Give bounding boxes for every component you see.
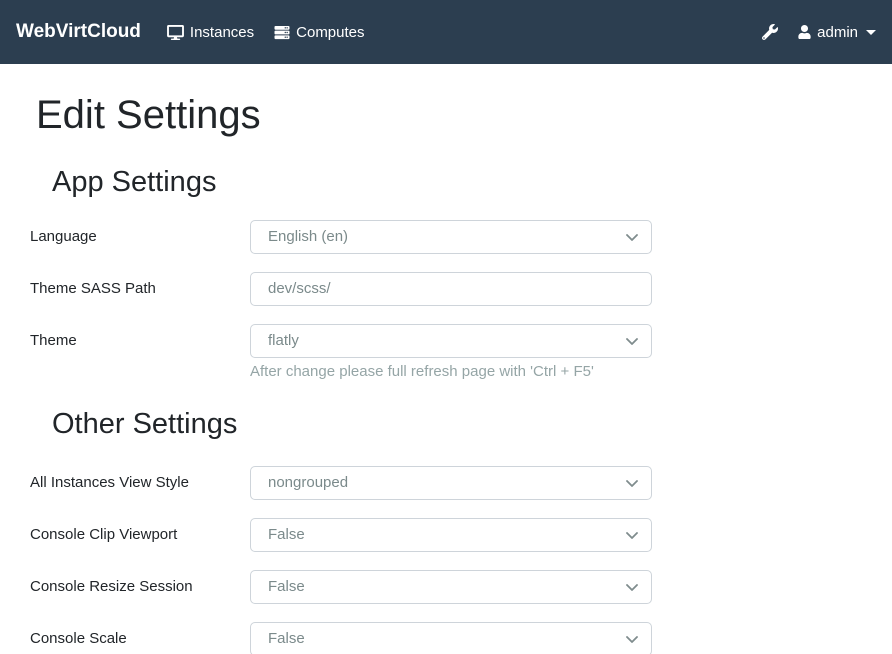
selected-value: False xyxy=(268,578,305,595)
form-row: Theme SASS Path xyxy=(30,272,862,306)
user-menu[interactable]: admin xyxy=(798,24,876,41)
theme-help-text: After change please full refresh page wi… xyxy=(250,363,652,381)
theme-label: Theme xyxy=(30,324,250,358)
console-resize-session-label: Console Resize Session xyxy=(30,570,250,604)
console-scale-label: Console Scale xyxy=(30,622,250,654)
page: WebVirtCloud Instances Computes xyxy=(0,0,892,654)
form-row: Console Scale False xyxy=(30,622,862,654)
section-heading-other-settings: Other Settings xyxy=(52,407,862,442)
selected-value: English (en) xyxy=(268,228,348,245)
form-row: Console Clip Viewport False xyxy=(30,518,862,552)
section-heading-app-settings: App Settings xyxy=(52,165,862,200)
language-label: Language xyxy=(30,220,250,254)
user-icon xyxy=(798,25,811,39)
navbar-right: admin xyxy=(762,24,876,41)
chevron-down-icon xyxy=(626,228,638,245)
brand-webvirtcloud[interactable]: WebVirtCloud xyxy=(16,21,141,43)
chevron-down-icon xyxy=(626,578,638,595)
chevron-down-icon xyxy=(626,526,638,543)
selected-value: False xyxy=(268,630,305,647)
form-row: All Instances View Style nongrouped xyxy=(30,466,862,500)
console-resize-session-select[interactable]: False xyxy=(250,570,652,604)
form-row: Language English (en) xyxy=(30,220,862,254)
user-name: admin xyxy=(817,24,858,41)
selected-value: flatly xyxy=(268,332,299,349)
chevron-down-icon xyxy=(626,332,638,349)
navbar: WebVirtCloud Instances Computes xyxy=(0,0,892,64)
form-row: Theme flatly After change please full re… xyxy=(30,324,862,381)
app-settings-rows: Language English (en) Theme SASS Path xyxy=(30,220,862,381)
theme-sass-path-label: Theme SASS Path xyxy=(30,272,250,306)
all-instances-view-style-label: All Instances View Style xyxy=(30,466,250,500)
main-content: Edit Settings App Settings Language Engl… xyxy=(0,91,892,654)
console-clip-viewport-select[interactable]: False xyxy=(250,518,652,552)
desktop-icon xyxy=(167,25,184,40)
selected-value: nongrouped xyxy=(268,474,348,491)
theme-select[interactable]: flatly xyxy=(250,324,652,358)
nav-item-computes[interactable]: Computes xyxy=(274,24,364,41)
page-title: Edit Settings xyxy=(36,91,862,139)
console-clip-viewport-label: Console Clip Viewport xyxy=(30,518,250,552)
nav-item-label: Instances xyxy=(190,24,254,41)
wrench-icon[interactable] xyxy=(762,24,778,40)
form-row: Console Resize Session False xyxy=(30,570,862,604)
language-select[interactable]: English (en) xyxy=(250,220,652,254)
all-instances-view-style-select[interactable]: nongrouped xyxy=(250,466,652,500)
nav-item-label: Computes xyxy=(296,24,364,41)
nav-item-instances[interactable]: Instances xyxy=(167,24,254,41)
main-nav: Instances Computes xyxy=(167,24,365,41)
caret-down-icon xyxy=(866,30,876,35)
selected-value: False xyxy=(268,526,305,543)
theme-sass-path-input[interactable] xyxy=(250,272,652,306)
console-scale-select[interactable]: False xyxy=(250,622,652,654)
chevron-down-icon xyxy=(626,630,638,647)
server-icon xyxy=(274,25,290,40)
chevron-down-icon xyxy=(626,474,638,491)
other-settings-rows: All Instances View Style nongrouped Cons… xyxy=(30,466,862,654)
